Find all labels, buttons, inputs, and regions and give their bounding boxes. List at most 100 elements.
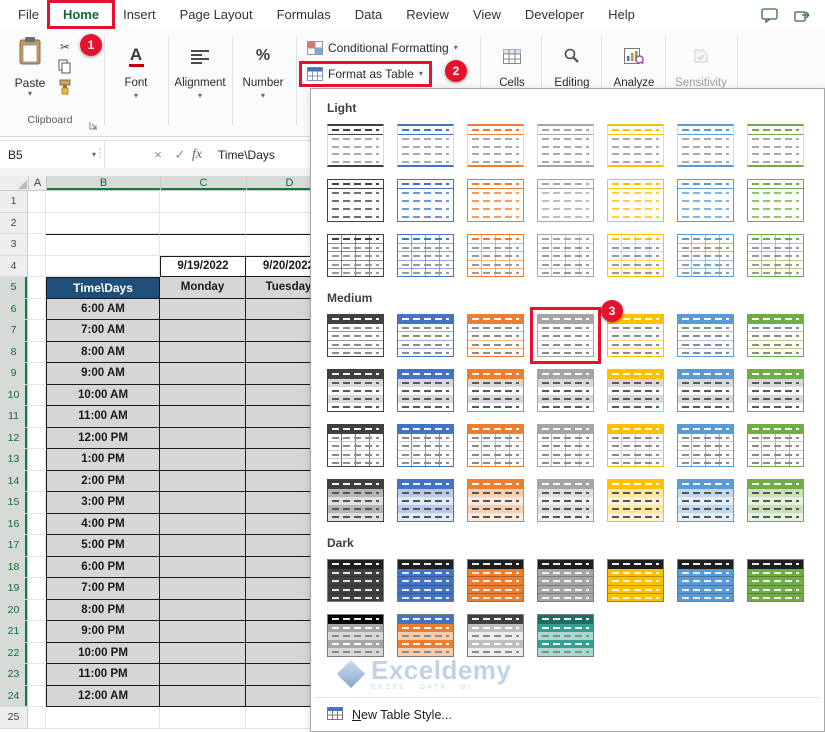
row-header-22[interactable]: 22 [0,643,28,665]
cell-B12[interactable]: 12:00 PM [46,428,160,450]
copy-button[interactable] [56,58,74,75]
table-style-thumbnail[interactable] [677,479,734,522]
table-style-thumbnail[interactable] [677,179,734,222]
cell-A21[interactable] [28,621,46,643]
table-style-thumbnail[interactable] [327,614,384,657]
table-style-thumbnail[interactable] [327,234,384,277]
table-style-thumbnail[interactable] [607,179,664,222]
cell-A9[interactable] [28,363,46,385]
cell-A4[interactable] [28,256,46,278]
row-header-3[interactable]: 3 [0,234,28,256]
cell-A1[interactable] [28,191,46,213]
cell-B2[interactable] [46,213,160,235]
row-header-11[interactable]: 11 [0,406,28,428]
cell-B8[interactable]: 8:00 AM [46,342,160,364]
paste-button[interactable]: Paste ▾ [8,36,52,122]
cell-C17[interactable] [160,535,246,557]
cell-C11[interactable] [160,406,246,428]
table-style-thumbnail[interactable] [397,369,454,412]
table-style-thumbnail[interactable] [467,179,524,222]
row-header-25[interactable]: 25 [0,707,28,729]
column-header-C[interactable]: C [161,176,247,191]
cell-A7[interactable] [28,320,46,342]
cell-A15[interactable] [28,492,46,514]
table-style-thumbnail[interactable] [747,559,804,602]
cell-A19[interactable] [28,578,46,600]
comments-icon[interactable] [761,8,778,23]
cell-C8[interactable] [160,342,246,364]
cell-A13[interactable] [28,449,46,471]
cell-B7[interactable]: 7:00 AM [46,320,160,342]
row-header-10[interactable]: 10 [0,385,28,407]
tab-insert[interactable]: Insert [111,0,168,30]
cell-C16[interactable] [160,514,246,536]
table-style-thumbnail[interactable] [537,479,594,522]
cell-A5[interactable] [28,277,46,299]
table-style-thumbnail[interactable] [397,314,454,357]
row-header-18[interactable]: 18 [0,557,28,579]
table-style-thumbnail[interactable] [537,559,594,602]
table-style-thumbnail[interactable] [467,124,524,167]
cell-B6[interactable]: 6:00 AM [46,299,160,321]
row-header-12[interactable]: 12 [0,428,28,450]
insert-function-icon[interactable]: fx [192,141,202,168]
cell-B14[interactable]: 2:00 PM [46,471,160,493]
cut-button[interactable]: ✂ [56,38,74,55]
table-style-thumbnail[interactable] [327,369,384,412]
cell-B22[interactable]: 10:00 PM [46,643,160,665]
row-header-21[interactable]: 21 [0,621,28,643]
cell-B16[interactable]: 4:00 PM [46,514,160,536]
table-style-thumbnail[interactable] [397,124,454,167]
table-style-thumbnail[interactable] [397,179,454,222]
cell-B4[interactable] [46,256,160,278]
cell-B17[interactable]: 5:00 PM [46,535,160,557]
format-painter-button[interactable] [56,78,74,95]
table-style-thumbnail[interactable] [467,559,524,602]
row-header-23[interactable]: 23 [0,664,28,686]
cell-A3[interactable] [28,234,46,256]
table-style-thumbnail[interactable] [327,559,384,602]
name-box[interactable]: B5 ▾ [0,141,105,168]
table-style-thumbnail[interactable] [537,124,594,167]
table-style-thumbnail[interactable] [677,124,734,167]
cell-A24[interactable] [28,686,46,708]
table-style-thumbnail[interactable] [677,369,734,412]
cell-A2[interactable] [28,213,46,235]
cell-C10[interactable] [160,385,246,407]
cell-A14[interactable] [28,471,46,493]
cell-B5[interactable]: Time\Days [46,277,160,299]
table-style-thumbnail[interactable] [607,369,664,412]
table-style-thumbnail[interactable] [607,124,664,167]
cell-B23[interactable]: 11:00 PM [46,664,160,686]
cell-C24[interactable] [160,686,246,708]
tab-developer[interactable]: Developer [513,0,596,30]
row-header-8[interactable]: 8 [0,342,28,364]
table-style-thumbnail[interactable] [537,179,594,222]
table-style-thumbnail[interactable] [327,179,384,222]
table-style-thumbnail[interactable] [467,479,524,522]
row-header-7[interactable]: 7 [0,320,28,342]
row-header-4[interactable]: 4 [0,256,28,278]
row-header-5[interactable]: 5 [0,277,28,299]
table-style-thumbnail[interactable] [397,424,454,467]
new-table-style-item[interactable]: New Table Style... [311,701,824,729]
row-header-20[interactable]: 20 [0,600,28,622]
cell-C21[interactable] [160,621,246,643]
column-header-A[interactable]: A [29,176,47,191]
cell-B19[interactable]: 7:00 PM [46,578,160,600]
cell-C4[interactable]: 9/19/2022 [160,256,246,278]
cell-A23[interactable] [28,664,46,686]
table-style-thumbnail[interactable] [677,234,734,277]
row-header-16[interactable]: 16 [0,514,28,536]
cancel-icon[interactable]: × [148,141,168,168]
row-header-1[interactable]: 1 [0,191,28,213]
table-style-thumbnail[interactable] [607,479,664,522]
cell-A8[interactable] [28,342,46,364]
cell-A20[interactable] [28,600,46,622]
table-style-thumbnail[interactable] [467,614,524,657]
table-style-thumbnail[interactable] [537,424,594,467]
cell-C22[interactable] [160,643,246,665]
cell-B13[interactable]: 1:00 PM [46,449,160,471]
select-all-corner[interactable] [0,176,29,191]
cell-C13[interactable] [160,449,246,471]
